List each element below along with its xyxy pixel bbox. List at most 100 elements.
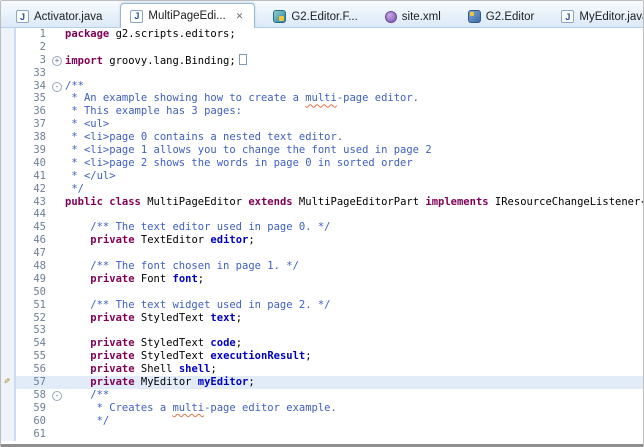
code-text — [65, 247, 643, 260]
code-line[interactable]: 52 private StyledText text; — [1, 312, 643, 325]
editor-tab-site-xml[interactable]: site.xml — [376, 6, 450, 27]
editor-tab-multipageedi[interactable]: JMultiPageEdi...✕ — [120, 3, 255, 28]
folding-ruler — [51, 363, 65, 376]
line-number: 46 — [16, 234, 51, 247]
code-editor-area[interactable]: 1 package g2.scripts.editors; 23+import gr… — [1, 28, 643, 444]
code-line[interactable]: 58- /** — [1, 389, 643, 402]
code-line[interactable]: 56 private Shell shell; — [1, 363, 643, 376]
folding-ruler — [51, 350, 65, 363]
code-line[interactable]: 46 private TextEditor editor; — [1, 234, 643, 247]
line-number: 60 — [16, 415, 51, 428]
code-line[interactable]: 60 */ — [1, 415, 643, 428]
annotation-ruler — [1, 428, 16, 441]
code-line[interactable]: 40 * <li>page 2 shows the words in page … — [1, 157, 643, 170]
tab-label: site.xml — [402, 11, 441, 23]
code-line[interactable]: 38 * <li>page 0 contains a nested text e… — [1, 131, 643, 144]
line-number: 1 — [16, 28, 51, 41]
folding-ruler — [51, 247, 65, 260]
line-number: 51 — [16, 299, 51, 312]
fold-expand-icon[interactable]: + — [52, 56, 62, 66]
annotation-ruler — [1, 415, 16, 428]
line-number: 36 — [16, 105, 51, 118]
annotation-ruler — [1, 92, 16, 105]
folding-ruler — [51, 28, 65, 41]
line-number: 47 — [16, 247, 51, 260]
annotation-ruler — [1, 234, 16, 247]
annotation-ruler — [1, 144, 16, 157]
folding-ruler — [51, 324, 65, 337]
editor-tab-g2-editor[interactable]: G2.Editor — [459, 6, 544, 27]
code-line[interactable]: 47 — [1, 247, 643, 260]
annotation-ruler — [1, 118, 16, 131]
code-text: private StyledText text; — [65, 312, 643, 325]
line-number: 2 — [16, 41, 51, 54]
editor-tab-g2-editor-f[interactable]: G2.Editor.F... — [264, 6, 366, 27]
editor-tab-activator-java[interactable]: JActivator.java — [7, 6, 111, 27]
folding-ruler: + — [51, 54, 65, 67]
java-file-icon: J — [561, 10, 574, 23]
collapsed-region-icon[interactable] — [239, 54, 247, 65]
code-text: package g2.scripts.editors; — [65, 28, 643, 41]
code-line[interactable]: 39 * <li>page 1 allows you to change the… — [1, 144, 643, 157]
code-line[interactable]: 51 /** The text widget used in page 2. *… — [1, 299, 643, 312]
folding-ruler — [51, 376, 65, 389]
fold-collapse-icon[interactable]: - — [52, 82, 62, 92]
code-line[interactable]: 1 package g2.scripts.editors; — [1, 28, 643, 41]
code-text: /** The text widget used in page 2. */ — [65, 299, 643, 312]
annotation-ruler — [1, 337, 16, 350]
line-number: 33 — [16, 67, 51, 80]
line-number: 34 — [16, 80, 51, 93]
annotation-ruler — [1, 221, 16, 234]
line-number: 39 — [16, 144, 51, 157]
code-line-current[interactable]: ✎57 private MyEditor myEditor; — [1, 376, 643, 389]
folding-ruler — [51, 402, 65, 415]
code-line[interactable]: 45 /** The text editor used in page 0. *… — [1, 221, 643, 234]
code-line[interactable]: 42 */ — [1, 183, 643, 196]
folding-ruler — [51, 170, 65, 183]
code-line[interactable]: 2 — [1, 41, 643, 54]
code-line[interactable]: 34-/** — [1, 80, 643, 93]
code-line[interactable]: 54 private StyledText code; — [1, 337, 643, 350]
fold-collapse-icon[interactable]: - — [52, 391, 62, 401]
line-number: 48 — [16, 260, 51, 273]
code-line[interactable]: 3+import groovy.lang.Binding; — [1, 54, 643, 67]
annotation-ruler — [1, 273, 16, 286]
annotation-ruler — [1, 260, 16, 273]
tab-close-icon[interactable]: ✕ — [234, 10, 246, 23]
code-line[interactable]: 61 — [1, 428, 643, 441]
code-text: /** — [65, 389, 643, 402]
annotation-ruler — [1, 389, 16, 402]
folding-ruler — [51, 260, 65, 273]
code-text: public class MultiPageEditor extends Mul… — [65, 196, 643, 209]
code-line[interactable]: 35 * An example showing how to create a … — [1, 92, 643, 105]
code-line[interactable]: 33 — [1, 67, 643, 80]
code-line[interactable]: 37 * <ul> — [1, 118, 643, 131]
code-text — [65, 324, 643, 337]
annotation-ruler — [1, 131, 16, 144]
code-line[interactable]: 55 private StyledText executionResult; — [1, 350, 643, 363]
code-line[interactable]: 43 public class MultiPageEditor extends M… — [1, 196, 643, 209]
code-line[interactable]: 49 private Font font; — [1, 273, 643, 286]
folding-ruler — [51, 183, 65, 196]
annotation-ruler — [1, 54, 16, 67]
line-number: 43 — [16, 196, 51, 209]
code-text: /** — [65, 80, 643, 93]
folding-ruler — [51, 221, 65, 234]
folding-ruler: - — [51, 389, 65, 402]
folding-ruler — [51, 41, 65, 54]
code-text: * <li>page 0 contains a nested text edit… — [65, 131, 643, 144]
annotation-ruler — [1, 299, 16, 312]
line-number: 38 — [16, 131, 51, 144]
code-line[interactable]: 50 — [1, 286, 643, 299]
code-line[interactable]: 48 /** The font chosen in page 1. */ — [1, 260, 643, 273]
folding-ruler — [51, 286, 65, 299]
code-line[interactable]: 41 * </ul> — [1, 170, 643, 183]
code-line[interactable]: 53 — [1, 324, 643, 337]
line-number: 61 — [16, 428, 51, 441]
line-number: 53 — [16, 324, 51, 337]
code-line[interactable]: 36 * This example has 3 pages: — [1, 105, 643, 118]
editor-tab-myeditor-java[interactable]: JMyEditor.java — [552, 6, 644, 27]
code-line[interactable]: 59 * Creates a multi-page editor example… — [1, 402, 643, 415]
code-line[interactable]: 44 — [1, 208, 643, 221]
code-text: * Creates a multi-page editor example. — [65, 402, 643, 415]
